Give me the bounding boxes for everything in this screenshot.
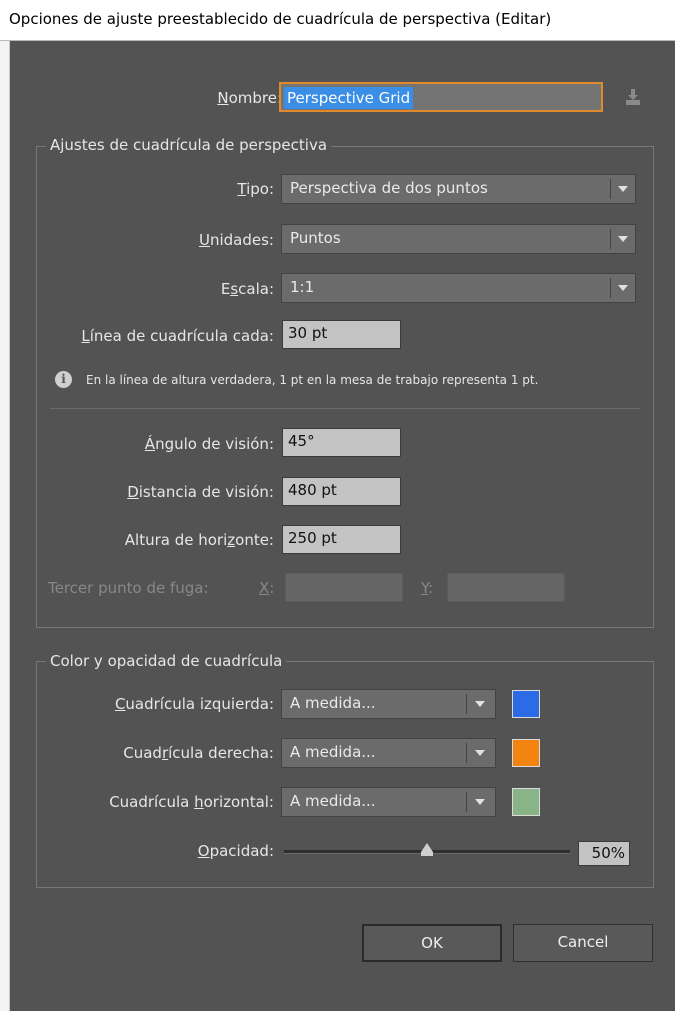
grid-settings-group bbox=[36, 146, 654, 628]
tercer-punto-label: Tercer punto de fuga: bbox=[48, 579, 209, 597]
distancia-label: Distancia de visión: bbox=[127, 483, 274, 501]
chevron-down-icon bbox=[618, 285, 628, 291]
name-label: Nombre: bbox=[217, 89, 282, 107]
color-settings-legend: Color y opacidad de cuadrícula bbox=[46, 652, 287, 670]
ok-button[interactable]: OK bbox=[362, 924, 502, 962]
tercer-x-label: X: bbox=[259, 579, 275, 597]
cuadricula-horizontal-label: Cuadrícula horizontal: bbox=[109, 793, 274, 811]
left-grid-color-swatch[interactable] bbox=[512, 690, 540, 718]
name-input-selected-text: Perspective Grid bbox=[284, 87, 414, 109]
unidades-dropdown[interactable]: Puntos bbox=[281, 224, 636, 254]
chevron-down-icon bbox=[475, 701, 485, 707]
angulo-label: Ángulo de visión: bbox=[144, 435, 274, 453]
info-icon: i bbox=[55, 371, 72, 388]
download-icon[interactable] bbox=[625, 88, 641, 106]
cuadricula-derecha-dropdown[interactable]: A medida... bbox=[281, 738, 496, 768]
escala-dropdown[interactable]: 1:1 bbox=[281, 273, 636, 303]
dropdown-separator bbox=[466, 743, 467, 763]
altura-input[interactable]: 250 pt bbox=[282, 525, 401, 554]
chevron-down-icon bbox=[475, 799, 485, 805]
info-text: En la línea de altura verdadera, 1 pt en… bbox=[86, 373, 539, 387]
chevron-down-icon bbox=[618, 236, 628, 242]
tercer-y-input[interactable] bbox=[447, 573, 565, 602]
cuadricula-derecha-value: A medida... bbox=[290, 743, 376, 761]
dropdown-separator bbox=[610, 278, 611, 298]
cuadricula-izquierda-dropdown[interactable]: A medida... bbox=[281, 689, 496, 719]
cuadricula-izquierda-label: Cuadrícula izquierda: bbox=[114, 695, 274, 713]
linea-cuadricula-input[interactable]: 30 pt bbox=[282, 320, 401, 349]
opacidad-slider-thumb[interactable] bbox=[421, 843, 433, 856]
dropdown-separator bbox=[466, 792, 467, 812]
horizontal-grid-color-swatch[interactable] bbox=[512, 788, 540, 816]
chevron-down-icon bbox=[618, 186, 628, 192]
dropdown-separator bbox=[466, 694, 467, 714]
chevron-down-icon bbox=[475, 750, 485, 756]
cuadricula-horizontal-value: A medida... bbox=[290, 792, 376, 810]
grid-settings-legend: Ajustes de cuadrícula de perspectiva bbox=[46, 136, 332, 154]
tipo-label: Tipo: bbox=[237, 180, 274, 198]
section-divider bbox=[50, 408, 640, 409]
cuadricula-derecha-label: Cuadrícula derecha: bbox=[123, 744, 274, 762]
angulo-input[interactable]: 45° bbox=[282, 428, 401, 457]
tipo-dropdown[interactable]: Perspectiva de dos puntos bbox=[281, 174, 636, 204]
altura-label: Altura de horizonte: bbox=[124, 531, 274, 549]
name-input[interactable]: Perspective Grid bbox=[279, 82, 603, 112]
right-grid-color-swatch[interactable] bbox=[512, 739, 540, 767]
dropdown-separator bbox=[610, 179, 611, 199]
tipo-value: Perspectiva de dos puntos bbox=[290, 179, 488, 197]
window-title: Opciones de ajuste preestablecido de cua… bbox=[9, 10, 552, 28]
cancel-button[interactable]: Cancel bbox=[513, 924, 653, 962]
cuadricula-izquierda-value: A medida... bbox=[290, 694, 376, 712]
opacidad-slider[interactable] bbox=[284, 843, 570, 859]
dialog-window: Opciones de ajuste preestablecido de cua… bbox=[0, 0, 675, 1011]
cuadricula-horizontal-dropdown[interactable]: A medida... bbox=[281, 787, 496, 817]
unidades-label: Unidades: bbox=[199, 231, 274, 249]
tercer-y-label: Y: bbox=[421, 579, 434, 597]
escala-label: Escala: bbox=[220, 280, 274, 298]
dropdown-separator bbox=[610, 229, 611, 249]
opacidad-value[interactable]: 50% bbox=[578, 841, 630, 866]
unidades-value: Puntos bbox=[290, 229, 341, 247]
dialog-body: Nombre: Perspective Grid Ajustes de cuad… bbox=[10, 41, 675, 1011]
distancia-input[interactable]: 480 pt bbox=[282, 477, 401, 506]
opacidad-label: Opacidad: bbox=[197, 842, 274, 860]
linea-cuadricula-label: Línea de cuadrícula cada: bbox=[81, 327, 274, 345]
window-frame-left bbox=[0, 41, 10, 1011]
escala-value: 1:1 bbox=[290, 278, 315, 296]
title-bar[interactable]: Opciones de ajuste preestablecido de cua… bbox=[0, 0, 675, 41]
tercer-x-input[interactable] bbox=[285, 573, 403, 602]
